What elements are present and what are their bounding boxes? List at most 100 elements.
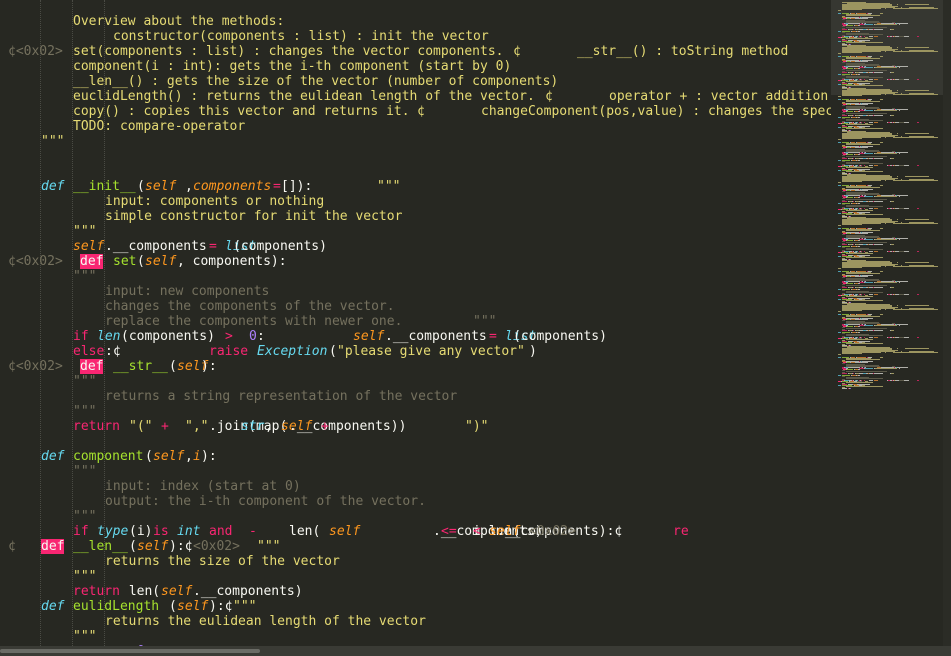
code-token: if bbox=[73, 329, 89, 344]
minimap-stroke bbox=[858, 289, 860, 290]
minimap-stroke bbox=[846, 163, 883, 164]
minimap-stroke bbox=[869, 115, 883, 116]
minimap-stroke bbox=[897, 90, 898, 91]
minimap-stroke bbox=[875, 368, 897, 369]
minimap-stroke bbox=[846, 339, 873, 340]
code-token: return bbox=[73, 584, 120, 599]
minimap-stroke bbox=[858, 74, 860, 75]
minimap-stroke bbox=[874, 79, 878, 80]
minimap-stroke bbox=[873, 244, 874, 245]
minimap-stroke bbox=[891, 373, 894, 374]
code-token: """ bbox=[73, 374, 97, 389]
minimap-stroke bbox=[838, 117, 841, 118]
minimap-stroke bbox=[897, 133, 898, 134]
minimap-stroke bbox=[858, 111, 860, 112]
minimap-stroke bbox=[899, 208, 904, 209]
minimap-stroke bbox=[847, 111, 853, 112]
minimap-stroke bbox=[880, 357, 883, 358]
minimap-stroke bbox=[838, 182, 841, 183]
minimap-stroke bbox=[875, 325, 897, 326]
minimap-stroke bbox=[874, 380, 878, 381]
minimap-stroke bbox=[847, 283, 853, 284]
minimap-stroke bbox=[838, 31, 841, 32]
code-token: <0x02> bbox=[193, 539, 240, 554]
code-token: """ bbox=[233, 599, 257, 614]
code-token: self bbox=[161, 584, 193, 599]
code-token: ( bbox=[329, 344, 337, 359]
minimap-stroke bbox=[842, 290, 845, 291]
code-token: = bbox=[489, 329, 497, 344]
code-token: > bbox=[225, 329, 233, 344]
minimap-stroke bbox=[917, 251, 919, 252]
minimap-stroke bbox=[869, 72, 883, 73]
minimap-stroke bbox=[838, 203, 841, 204]
minimap-stroke bbox=[899, 165, 904, 166]
code-token: ( bbox=[137, 254, 145, 269]
code-token: ( bbox=[137, 179, 145, 194]
code-token: :¢ bbox=[105, 344, 121, 359]
minimap[interactable] bbox=[831, 0, 951, 646]
minimap-stroke bbox=[875, 153, 897, 154]
minimap-stroke bbox=[875, 196, 897, 197]
code-token: replace the components with newer one. bbox=[105, 314, 403, 329]
minimap-stroke bbox=[874, 337, 878, 338]
minimap-stroke bbox=[873, 330, 874, 331]
minimap-stroke bbox=[869, 79, 873, 80]
minimap-stroke bbox=[838, 185, 841, 186]
minimap-stroke bbox=[842, 247, 845, 248]
code-token: def bbox=[41, 599, 65, 614]
minimap-stroke bbox=[842, 310, 862, 311]
minimap-stroke bbox=[846, 210, 873, 211]
minimap-stroke bbox=[905, 133, 929, 134]
minimap-stroke bbox=[842, 29, 847, 30]
minimap-stroke bbox=[842, 148, 845, 149]
code-token: __init__ bbox=[73, 179, 136, 194]
minimap-stroke bbox=[838, 354, 841, 355]
horizontal-scrollbar[interactable] bbox=[0, 646, 951, 656]
minimap-stroke bbox=[846, 156, 887, 157]
minimap-stroke bbox=[842, 224, 862, 225]
minimap-stroke bbox=[869, 330, 883, 331]
code-token: ( bbox=[169, 359, 177, 374]
minimap-stroke bbox=[838, 228, 841, 229]
minimap-stroke bbox=[842, 69, 845, 70]
minimap-stroke bbox=[858, 197, 860, 198]
minimap-stroke bbox=[869, 29, 883, 30]
code-token: str bbox=[241, 419, 265, 434]
minimap-stroke bbox=[917, 208, 919, 209]
minimap-stroke bbox=[838, 99, 841, 100]
minimap-stroke bbox=[855, 147, 868, 148]
vertical-scrollbar[interactable] bbox=[943, 0, 951, 646]
minimap-stroke bbox=[897, 4, 898, 5]
minimap-stroke bbox=[880, 228, 883, 229]
highlighted-keyword: def bbox=[41, 539, 65, 554]
minimap-stroke bbox=[842, 95, 862, 96]
minimap-stroke bbox=[869, 158, 883, 159]
minimap-stroke bbox=[853, 72, 854, 73]
code-token: + bbox=[321, 419, 329, 434]
code-token: def bbox=[41, 179, 65, 194]
minimap-stroke bbox=[842, 287, 847, 288]
minimap-stroke bbox=[880, 56, 883, 57]
minimap-stroke bbox=[873, 29, 874, 30]
minimap-stroke bbox=[842, 320, 845, 321]
horizontal-scrollbar-thumb[interactable] bbox=[0, 649, 260, 653]
minimap-stroke bbox=[846, 77, 883, 78]
minimap-stroke bbox=[842, 204, 845, 205]
minimap-stroke bbox=[838, 225, 841, 226]
minimap-stroke bbox=[842, 112, 845, 113]
minimap-stroke bbox=[858, 203, 860, 204]
code-token: , bbox=[265, 419, 281, 434]
code-editor[interactable]: ¢<0x02> ¢<0x02> ¢<0x02> ¢ Overview about th… bbox=[0, 0, 831, 646]
code-token: : bbox=[257, 329, 265, 344]
minimap-stroke bbox=[842, 161, 845, 162]
minimap-stroke bbox=[846, 58, 880, 59]
code-token: - bbox=[249, 524, 257, 539]
code-token: constructor(components : list) : init th… bbox=[113, 29, 489, 44]
minimap-stroke bbox=[891, 29, 894, 30]
minimap-stroke bbox=[846, 273, 880, 274]
minimap-stroke bbox=[846, 206, 883, 207]
minimap-stroke bbox=[842, 234, 845, 235]
code-token: len( bbox=[121, 584, 161, 599]
